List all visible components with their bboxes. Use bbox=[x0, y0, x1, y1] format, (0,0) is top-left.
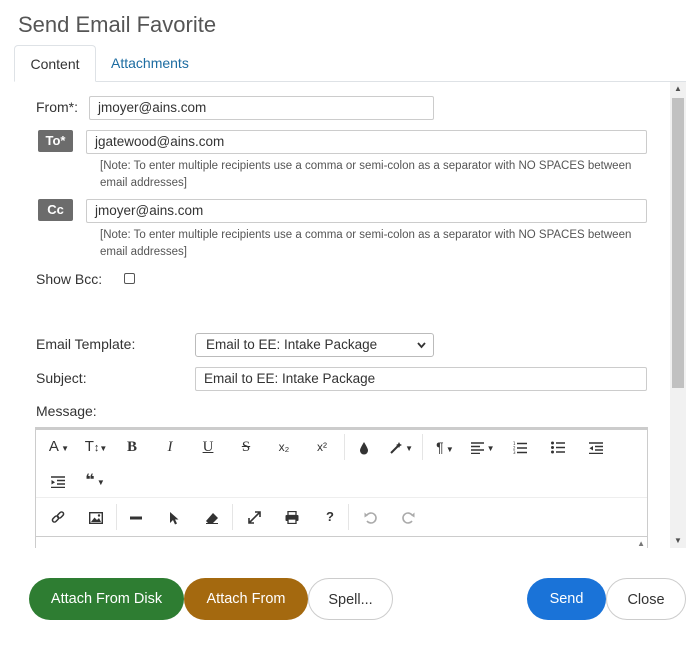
horizontal-rule-icon[interactable] bbox=[124, 505, 148, 529]
cursor-icon[interactable] bbox=[162, 505, 186, 529]
template-selected-value: Email to EE: Intake Package bbox=[206, 337, 378, 352]
paragraph-dropdown[interactable]: ¶ ▼ bbox=[430, 435, 460, 459]
spell-check-button[interactable]: Spell... bbox=[308, 578, 393, 620]
editor-toolbar: A ▼ T↕▼ B I U S x₂ x² ▼ ¶ ▼ ▼ 1 2 3 ❝ ▼ … bbox=[36, 430, 647, 535]
from-input[interactable]: jmoyer@ains.com bbox=[89, 96, 434, 120]
scroll-up-icon[interactable]: ▲ bbox=[637, 539, 645, 548]
to-input[interactable]: jgatewood@ains.com bbox=[86, 130, 647, 154]
ordered-list-icon[interactable]: 123 bbox=[508, 435, 532, 459]
outdent-icon[interactable] bbox=[584, 435, 608, 459]
subscript-button[interactable]: x₂ bbox=[272, 435, 296, 459]
italic-button[interactable]: I bbox=[158, 435, 182, 459]
scrollbar[interactable]: ▲ ▼ bbox=[670, 82, 686, 548]
fullscreen-icon[interactable] bbox=[242, 505, 266, 529]
print-icon[interactable] bbox=[280, 505, 304, 529]
unordered-list-icon[interactable] bbox=[546, 435, 570, 459]
cc-button[interactable]: Cc bbox=[38, 199, 73, 221]
close-button[interactable]: Close bbox=[606, 578, 686, 620]
redo-icon[interactable] bbox=[396, 505, 420, 529]
dialog-title: Send Email Favorite bbox=[18, 12, 217, 37]
template-select[interactable]: Email to EE: Intake Package bbox=[195, 333, 434, 357]
tab-bar: Content Attachments bbox=[14, 45, 686, 82]
underline-button[interactable]: U bbox=[196, 435, 220, 459]
svg-text:3: 3 bbox=[513, 450, 516, 454]
strikethrough-button[interactable]: S bbox=[234, 435, 258, 459]
indent-icon[interactable] bbox=[46, 469, 70, 493]
send-button[interactable]: Send bbox=[527, 578, 606, 620]
template-label: Email Template: bbox=[36, 336, 136, 352]
align-dropdown[interactable]: ▼ bbox=[468, 435, 498, 459]
attach-from-button[interactable]: Attach From bbox=[184, 578, 308, 620]
scroll-down-arrow-icon[interactable]: ▼ bbox=[670, 534, 686, 548]
show-bcc-label: Show Bcc: bbox=[36, 271, 103, 287]
tab-content[interactable]: Content bbox=[14, 45, 96, 82]
scrollbar-thumb[interactable] bbox=[672, 98, 684, 388]
from-label: From*: bbox=[36, 99, 78, 115]
subject-label: Subject: bbox=[36, 370, 87, 386]
attach-from-disk-button[interactable]: Attach From Disk bbox=[29, 578, 184, 620]
message-body[interactable]: ▲ bbox=[36, 536, 647, 548]
rich-text-editor: A ▼ T↕▼ B I U S x₂ x² ▼ ¶ ▼ ▼ 1 2 3 ❝ ▼ … bbox=[35, 427, 648, 548]
font-color-icon[interactable] bbox=[352, 435, 376, 459]
show-bcc-checkbox[interactable] bbox=[124, 273, 135, 284]
to-note: [Note: To enter multiple recipients use … bbox=[100, 160, 632, 189]
message-label: Message: bbox=[36, 403, 97, 419]
help-button[interactable]: ? bbox=[318, 505, 342, 529]
chevron-down-icon bbox=[416, 334, 427, 364]
quote-dropdown[interactable]: ❝ ▼ bbox=[80, 469, 110, 493]
cc-input[interactable]: jmoyer@ains.com bbox=[86, 199, 647, 223]
link-icon[interactable] bbox=[46, 505, 70, 529]
magic-wand-icon[interactable]: ▼ bbox=[386, 435, 416, 459]
superscript-button[interactable]: x² bbox=[310, 435, 334, 459]
image-icon[interactable] bbox=[84, 505, 108, 529]
scroll-up-arrow-icon[interactable]: ▲ bbox=[670, 82, 686, 96]
undo-icon[interactable] bbox=[358, 505, 382, 529]
to-button[interactable]: To* bbox=[38, 130, 73, 152]
subject-input[interactable]: Email to EE: Intake Package bbox=[195, 367, 647, 391]
font-size-dropdown[interactable]: A ▼ bbox=[44, 435, 74, 459]
line-height-dropdown[interactable]: T↕▼ bbox=[80, 435, 112, 459]
content-panel: From*: jmoyer@ains.com To* jgatewood@ain… bbox=[14, 82, 686, 548]
cc-note: [Note: To enter multiple recipients use … bbox=[100, 229, 632, 258]
tab-attachments[interactable]: Attachments bbox=[96, 45, 204, 82]
bold-button[interactable]: B bbox=[120, 435, 144, 459]
eraser-icon[interactable] bbox=[200, 505, 224, 529]
